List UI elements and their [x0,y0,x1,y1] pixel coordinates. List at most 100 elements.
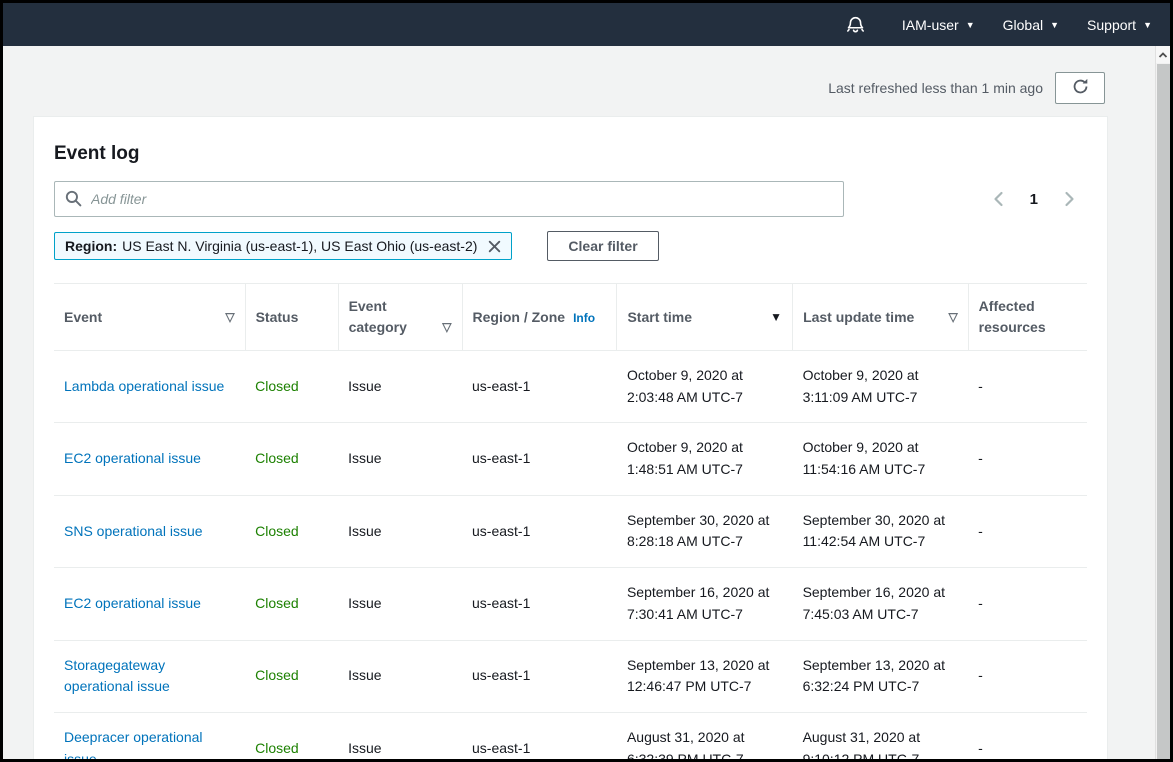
column-header-last-update-time[interactable]: Last update time ▽ [793,284,969,351]
table-cell: us-east-1 [462,712,617,762]
scroll-up-button[interactable] [1156,46,1170,63]
column-header-inner: Event category▽ [349,296,452,338]
event-link[interactable]: Lambda operational issue [64,378,224,394]
table-cell: EC2 operational issue [54,568,245,640]
table-cell: September 13, 2020 at 6:32:24 PM UTC-7 [793,640,969,712]
table-cell: August 31, 2020 at 9:10:12 PM UTC-7 [793,712,969,762]
current-page-number[interactable]: 1 [1030,191,1038,208]
column-header-event[interactable]: Event▽ [54,284,245,351]
column-header-label-group: Last update time [803,307,914,328]
table-cell: September 30, 2020 at 8:28:18 AM UTC-7 [617,495,793,567]
region-zone-text: us-east-1 [472,595,530,611]
nav-item-region-global[interactable]: Global ▼ [1003,17,1059,33]
filter-input-wrap [54,181,844,217]
event-link[interactable]: EC2 operational issue [64,595,201,611]
filter-token-row: Region: US East N. Virginia (us-east-1),… [54,231,1087,261]
start-time-text: October 9, 2020 at 1:48:51 AM UTC-7 [627,439,743,477]
sort-toggle-icon[interactable]: ▽ [442,318,451,338]
chevron-down-icon: ▼ [966,19,975,30]
event-category-text: Issue [348,378,381,394]
sort-descending-icon[interactable]: ▼ [770,308,782,328]
nav-item-support[interactable]: Support ▼ [1087,17,1152,33]
table-cell: us-east-1 [462,640,617,712]
start-time-text: August 31, 2020 at 6:32:39 PM UTC-7 [627,729,745,762]
table-cell: Issue [338,495,462,567]
notifications-bell-icon[interactable] [845,14,866,35]
clear-filter-button[interactable]: Clear filter [547,231,658,261]
event-link[interactable]: SNS operational issue [64,523,203,539]
column-header-start-time[interactable]: Start time ▼ [617,284,793,351]
nav-item-label: IAM-user [902,17,959,33]
chevron-down-icon: ▼ [1050,19,1059,30]
last-refreshed-text: Last refreshed less than 1 min ago [828,80,1043,96]
chevron-down-icon: ▼ [1143,19,1152,30]
column-header-status: Status [245,284,338,351]
info-link[interactable]: Info [573,311,595,325]
affected-resources-text: - [978,740,983,756]
sort-toggle-icon[interactable]: ▽ [948,308,957,328]
column-header-inner: Start time ▼ [627,307,782,328]
vertical-scrollbar[interactable] [1155,46,1170,759]
filter-row: 1 [54,181,1087,217]
nav-item-label: Support [1087,17,1136,33]
sort-toggle-icon[interactable]: ▽ [225,308,234,328]
nav-item-iam-user[interactable]: IAM-user ▼ [902,17,975,33]
aws-console-window: IAM-user ▼ Global ▼ Support ▼ Last refre… [0,0,1173,762]
last-update-time-text: September 13, 2020 at 6:32:24 PM UTC-7 [803,657,945,695]
column-header-inner: Event▽ [64,307,235,328]
column-header-event-category[interactable]: Event category▽ [338,284,462,351]
scrollbar-thumb[interactable] [1157,64,1170,759]
search-icon [65,190,82,212]
refresh-button[interactable] [1055,72,1105,104]
table-cell: us-east-1 [462,568,617,640]
region-filter-token: Region: US East N. Virginia (us-east-1),… [54,232,512,260]
table-cell: Issue [338,568,462,640]
start-time-text: September 16, 2020 at 7:30:41 AM UTC-7 [627,584,769,622]
event-link[interactable]: Storagegateway operational issue [64,657,170,695]
column-header-label-group: Start time [627,307,692,328]
table-cell: Deepracer operational issue [54,712,245,762]
status-text: Closed [255,740,299,756]
previous-page-button[interactable] [993,191,1004,207]
event-link[interactable]: EC2 operational issue [64,450,201,466]
column-header-affected-resources: Affected resources [968,284,1087,351]
table-cell: Issue [338,640,462,712]
table-cell: EC2 operational issue [54,423,245,495]
table-cell: October 9, 2020 at 1:48:51 AM UTC-7 [617,423,793,495]
column-header-label: Region / Zone [473,309,566,325]
table-cell: September 16, 2020 at 7:45:03 AM UTC-7 [793,568,969,640]
add-filter-input[interactable] [54,181,844,217]
column-header-label-group: Status [256,307,299,328]
table-cell: - [968,640,1087,712]
region-zone-text: us-east-1 [472,378,530,394]
table-cell: - [968,495,1087,567]
event-category-text: Issue [348,450,381,466]
table-cell: October 9, 2020 at 11:54:16 AM UTC-7 [793,423,969,495]
event-category-text: Issue [348,595,381,611]
page-title: Event log [54,137,1087,181]
column-header-label: Status [256,309,299,325]
table-cell: Closed [245,495,338,567]
column-header-label-group: Affected resources [979,296,1077,338]
affected-resources-text: - [978,378,983,394]
event-category-text: Issue [348,667,381,683]
event-link[interactable]: Deepracer operational issue [64,729,203,762]
table-cell: August 31, 2020 at 6:32:39 PM UTC-7 [617,712,793,762]
event-category-text: Issue [348,523,381,539]
affected-resources-text: - [978,595,983,611]
table-row: EC2 operational issue Closed Issue us-east-… [54,568,1087,640]
remove-filter-icon[interactable] [487,239,502,254]
column-header-label-group: Region / Zone Info [473,307,596,328]
table-row: Deepracer operational issueClosedIssueus… [54,712,1087,762]
table-cell: September 30, 2020 at 11:42:54 AM UTC-7 [793,495,969,567]
table-cell: Closed [245,423,338,495]
next-page-button[interactable] [1064,191,1075,207]
table-cell: Closed [245,568,338,640]
start-time-text: September 30, 2020 at 8:28:18 AM UTC-7 [627,512,769,550]
region-zone-text: us-east-1 [472,667,530,683]
table-cell: Closed [245,712,338,762]
table-header-row: Event▽ Status Event category▽ Region / Zone… [54,284,1087,351]
table-cell: Issue [338,423,462,495]
start-time-text: October 9, 2020 at 2:03:48 AM UTC-7 [627,367,743,405]
filter-token-value: US East N. Virginia (us-east-1), US East… [122,238,477,254]
